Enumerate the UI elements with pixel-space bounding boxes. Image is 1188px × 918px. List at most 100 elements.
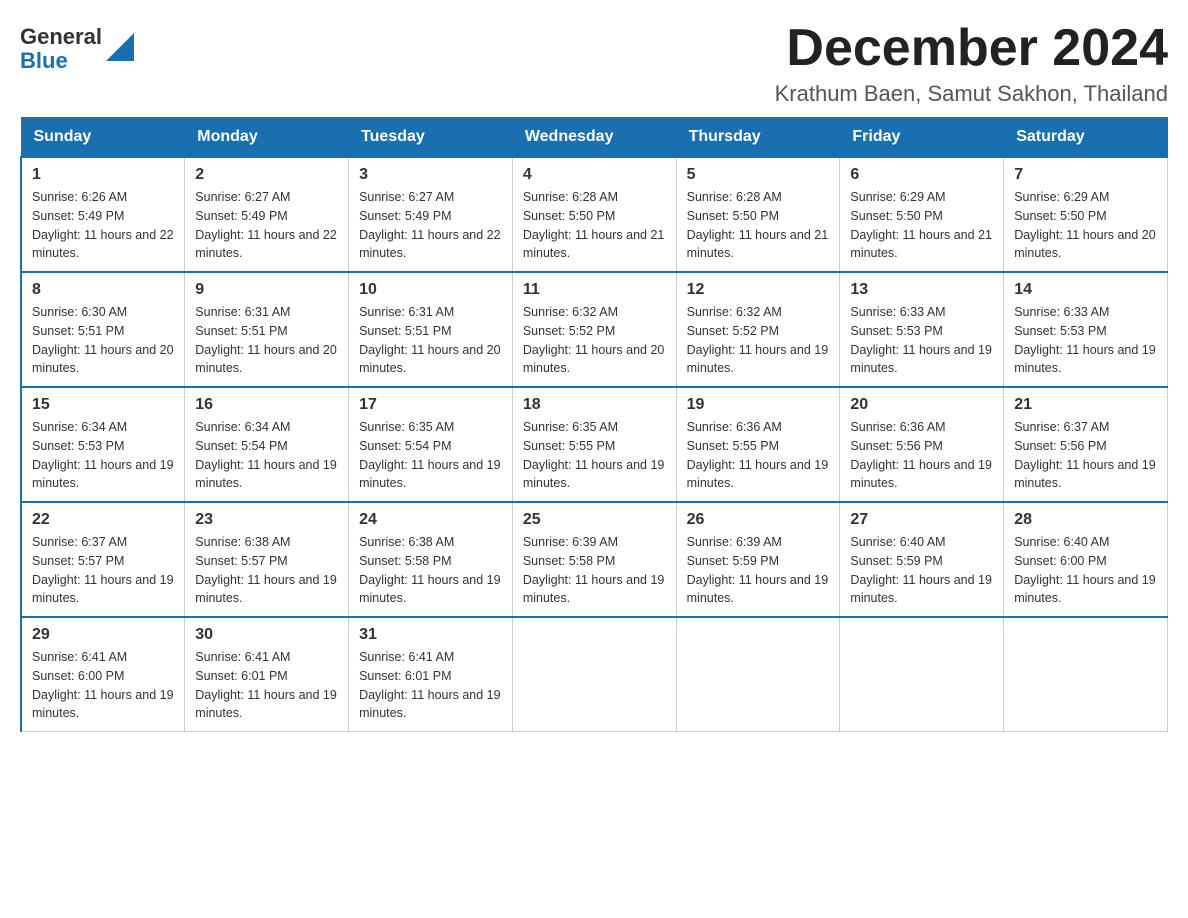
day-info: Sunrise: 6:41 AM Sunset: 6:01 PM Dayligh… — [359, 648, 502, 723]
day-info: Sunrise: 6:37 AM Sunset: 5:57 PM Dayligh… — [32, 533, 174, 608]
daylight-label: Daylight: 11 hours and 19 minutes. — [850, 573, 992, 606]
calendar-cell: 3 Sunrise: 6:27 AM Sunset: 5:49 PM Dayli… — [349, 157, 513, 272]
calendar-cell: 26 Sunrise: 6:39 AM Sunset: 5:59 PM Dayl… — [676, 502, 840, 617]
day-number: 25 — [523, 511, 666, 529]
calendar-cell: 15 Sunrise: 6:34 AM Sunset: 5:53 PM Dayl… — [21, 387, 185, 502]
week-row-1: 1 Sunrise: 6:26 AM Sunset: 5:49 PM Dayli… — [21, 157, 1168, 272]
day-number: 17 — [359, 396, 502, 414]
daylight-label: Daylight: 11 hours and 20 minutes. — [359, 343, 501, 376]
day-info: Sunrise: 6:35 AM Sunset: 5:55 PM Dayligh… — [523, 418, 666, 493]
sunset-label: Sunset: 5:50 PM — [687, 209, 779, 223]
header-saturday: Saturday — [1004, 118, 1168, 158]
sunset-label: Sunset: 5:51 PM — [195, 324, 287, 338]
daylight-label: Daylight: 11 hours and 19 minutes. — [1014, 458, 1156, 491]
week-row-5: 29 Sunrise: 6:41 AM Sunset: 6:00 PM Dayl… — [21, 617, 1168, 732]
daylight-label: Daylight: 11 hours and 19 minutes. — [687, 343, 829, 376]
day-info: Sunrise: 6:40 AM Sunset: 5:59 PM Dayligh… — [850, 533, 993, 608]
calendar-cell: 18 Sunrise: 6:35 AM Sunset: 5:55 PM Dayl… — [512, 387, 676, 502]
sunset-label: Sunset: 5:53 PM — [32, 439, 124, 453]
header-wednesday: Wednesday — [512, 118, 676, 158]
day-info: Sunrise: 6:28 AM Sunset: 5:50 PM Dayligh… — [687, 188, 830, 263]
day-number: 16 — [195, 396, 338, 414]
sunset-label: Sunset: 5:55 PM — [687, 439, 779, 453]
daylight-label: Daylight: 11 hours and 19 minutes. — [687, 458, 829, 491]
day-info: Sunrise: 6:31 AM Sunset: 5:51 PM Dayligh… — [195, 303, 338, 378]
week-row-3: 15 Sunrise: 6:34 AM Sunset: 5:53 PM Dayl… — [21, 387, 1168, 502]
sunrise-label: Sunrise: 6:38 AM — [195, 535, 290, 549]
calendar-cell: 9 Sunrise: 6:31 AM Sunset: 5:51 PM Dayli… — [185, 272, 349, 387]
daylight-label: Daylight: 11 hours and 19 minutes. — [850, 458, 992, 491]
weekday-header-row: Sunday Monday Tuesday Wednesday Thursday… — [21, 118, 1168, 158]
sunset-label: Sunset: 5:54 PM — [195, 439, 287, 453]
calendar-cell: 27 Sunrise: 6:40 AM Sunset: 5:59 PM Dayl… — [840, 502, 1004, 617]
daylight-label: Daylight: 11 hours and 22 minutes. — [359, 228, 501, 261]
day-number: 8 — [32, 281, 174, 299]
day-number: 26 — [687, 511, 830, 529]
sunrise-label: Sunrise: 6:36 AM — [850, 420, 945, 434]
daylight-label: Daylight: 11 hours and 19 minutes. — [195, 458, 337, 491]
calendar-cell: 10 Sunrise: 6:31 AM Sunset: 5:51 PM Dayl… — [349, 272, 513, 387]
sunset-label: Sunset: 6:00 PM — [32, 669, 124, 683]
sunrise-label: Sunrise: 6:33 AM — [850, 305, 945, 319]
day-number: 1 — [32, 166, 174, 184]
day-number: 2 — [195, 166, 338, 184]
day-info: Sunrise: 6:39 AM Sunset: 5:59 PM Dayligh… — [687, 533, 830, 608]
day-info: Sunrise: 6:27 AM Sunset: 5:49 PM Dayligh… — [359, 188, 502, 263]
sunrise-label: Sunrise: 6:38 AM — [359, 535, 454, 549]
day-number: 15 — [32, 396, 174, 414]
calendar-cell: 5 Sunrise: 6:28 AM Sunset: 5:50 PM Dayli… — [676, 157, 840, 272]
sunrise-label: Sunrise: 6:35 AM — [359, 420, 454, 434]
day-number: 27 — [850, 511, 993, 529]
sunrise-label: Sunrise: 6:39 AM — [523, 535, 618, 549]
calendar-cell: 22 Sunrise: 6:37 AM Sunset: 5:57 PM Dayl… — [21, 502, 185, 617]
day-info: Sunrise: 6:32 AM Sunset: 5:52 PM Dayligh… — [523, 303, 666, 378]
calendar-table: Sunday Monday Tuesday Wednesday Thursday… — [20, 117, 1168, 732]
sunset-label: Sunset: 5:49 PM — [195, 209, 287, 223]
day-number: 19 — [687, 396, 830, 414]
calendar-cell — [676, 617, 840, 732]
day-info: Sunrise: 6:36 AM Sunset: 5:56 PM Dayligh… — [850, 418, 993, 493]
sunset-label: Sunset: 6:01 PM — [359, 669, 451, 683]
day-info: Sunrise: 6:34 AM Sunset: 5:54 PM Dayligh… — [195, 418, 338, 493]
daylight-label: Daylight: 11 hours and 19 minutes. — [359, 458, 501, 491]
calendar-cell: 25 Sunrise: 6:39 AM Sunset: 5:58 PM Dayl… — [512, 502, 676, 617]
sunrise-label: Sunrise: 6:37 AM — [1014, 420, 1109, 434]
calendar-cell — [1004, 617, 1168, 732]
sunrise-label: Sunrise: 6:37 AM — [32, 535, 127, 549]
day-number: 21 — [1014, 396, 1157, 414]
daylight-label: Daylight: 11 hours and 19 minutes. — [32, 458, 174, 491]
day-info: Sunrise: 6:26 AM Sunset: 5:49 PM Dayligh… — [32, 188, 174, 263]
calendar-cell: 24 Sunrise: 6:38 AM Sunset: 5:58 PM Dayl… — [349, 502, 513, 617]
sunrise-label: Sunrise: 6:32 AM — [687, 305, 782, 319]
daylight-label: Daylight: 11 hours and 21 minutes. — [687, 228, 829, 261]
sunrise-label: Sunrise: 6:26 AM — [32, 190, 127, 204]
daylight-label: Daylight: 11 hours and 19 minutes. — [32, 573, 174, 606]
sunrise-label: Sunrise: 6:41 AM — [195, 650, 290, 664]
day-info: Sunrise: 6:28 AM Sunset: 5:50 PM Dayligh… — [523, 188, 666, 263]
daylight-label: Daylight: 11 hours and 19 minutes. — [687, 573, 829, 606]
day-info: Sunrise: 6:38 AM Sunset: 5:57 PM Dayligh… — [195, 533, 338, 608]
week-row-2: 8 Sunrise: 6:30 AM Sunset: 5:51 PM Dayli… — [21, 272, 1168, 387]
calendar-cell: 12 Sunrise: 6:32 AM Sunset: 5:52 PM Dayl… — [676, 272, 840, 387]
daylight-label: Daylight: 11 hours and 19 minutes. — [32, 688, 174, 721]
sunset-label: Sunset: 5:50 PM — [850, 209, 942, 223]
sunset-label: Sunset: 5:59 PM — [850, 554, 942, 568]
day-info: Sunrise: 6:30 AM Sunset: 5:51 PM Dayligh… — [32, 303, 174, 378]
sunset-label: Sunset: 5:57 PM — [195, 554, 287, 568]
daylight-label: Daylight: 11 hours and 22 minutes. — [195, 228, 337, 261]
calendar-cell: 21 Sunrise: 6:37 AM Sunset: 5:56 PM Dayl… — [1004, 387, 1168, 502]
day-info: Sunrise: 6:29 AM Sunset: 5:50 PM Dayligh… — [1014, 188, 1157, 263]
sunrise-label: Sunrise: 6:27 AM — [359, 190, 454, 204]
sunset-label: Sunset: 5:53 PM — [850, 324, 942, 338]
sunrise-label: Sunrise: 6:27 AM — [195, 190, 290, 204]
calendar-cell: 17 Sunrise: 6:35 AM Sunset: 5:54 PM Dayl… — [349, 387, 513, 502]
month-title: December 2024 — [775, 20, 1168, 77]
sunrise-label: Sunrise: 6:31 AM — [195, 305, 290, 319]
header-friday: Friday — [840, 118, 1004, 158]
day-number: 12 — [687, 281, 830, 299]
day-info: Sunrise: 6:31 AM Sunset: 5:51 PM Dayligh… — [359, 303, 502, 378]
sunrise-label: Sunrise: 6:40 AM — [850, 535, 945, 549]
day-info: Sunrise: 6:34 AM Sunset: 5:53 PM Dayligh… — [32, 418, 174, 493]
calendar-cell: 29 Sunrise: 6:41 AM Sunset: 6:00 PM Dayl… — [21, 617, 185, 732]
sunrise-label: Sunrise: 6:31 AM — [359, 305, 454, 319]
